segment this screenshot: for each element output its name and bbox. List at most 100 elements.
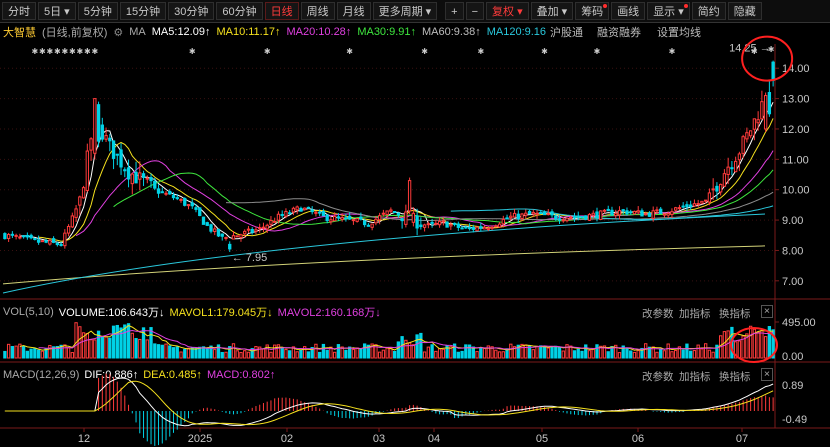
candle-body	[220, 233, 224, 237]
candle-body	[6, 233, 11, 239]
volume-bar	[411, 344, 416, 359]
volume-bar	[696, 344, 700, 359]
candle-body	[201, 216, 206, 225]
candle-body	[168, 191, 172, 195]
candle-body	[591, 212, 595, 216]
candle-body	[134, 171, 138, 184]
volume-bar	[685, 343, 689, 359]
candle-body	[3, 233, 7, 240]
candle-body	[18, 236, 22, 239]
event-star-icon: ✱	[189, 47, 196, 56]
volume-bar	[359, 348, 363, 359]
volume-bar	[183, 348, 187, 359]
candle-body	[733, 160, 738, 173]
volume-bar	[430, 344, 434, 359]
volume-bar	[89, 339, 93, 359]
volume-bar	[760, 330, 764, 359]
candle-body	[85, 150, 89, 191]
candle-body	[231, 235, 236, 240]
candle-body	[569, 216, 573, 219]
candle-body	[576, 215, 580, 218]
volume-bar	[666, 343, 670, 359]
volume-bar	[711, 351, 715, 359]
volume-bar	[36, 349, 41, 359]
volume-bar	[456, 351, 460, 359]
candle-body	[186, 204, 191, 207]
candle-body	[617, 210, 622, 216]
candle-body	[254, 229, 258, 232]
event-star-icon: ✱	[61, 47, 68, 56]
candle-body	[640, 210, 644, 217]
date-tick-label: 05	[536, 433, 548, 445]
price-tick-label: 11.00	[782, 154, 809, 166]
candle-body	[400, 218, 404, 222]
volume-bar	[689, 350, 693, 359]
volume-bar	[6, 343, 11, 359]
candle-body	[404, 211, 408, 225]
candle-body	[629, 211, 633, 214]
event-star-icon: ✱	[39, 47, 46, 56]
volume-bar	[119, 327, 123, 359]
volume-bar	[145, 339, 149, 359]
candle-body	[362, 220, 367, 226]
volume-bar	[220, 351, 224, 359]
candle-body	[299, 207, 303, 212]
volume-bar	[539, 345, 543, 359]
candle-body	[486, 227, 490, 230]
price-tick-label: 13.00	[782, 94, 810, 106]
candle-body	[205, 222, 209, 226]
candle-body	[318, 211, 322, 214]
candle-body	[224, 236, 228, 239]
candle-body	[332, 215, 337, 222]
volume-bar	[381, 349, 386, 359]
volume-bar	[21, 345, 26, 359]
candle-body	[164, 192, 168, 195]
candle-body	[14, 234, 18, 237]
candle-body	[422, 224, 427, 228]
volume-bar	[572, 350, 577, 359]
event-star-icon: ✱	[32, 47, 39, 56]
candle-body	[681, 205, 685, 208]
candle-body	[385, 210, 389, 216]
candle-body	[479, 226, 483, 229]
volume-bar	[681, 349, 685, 359]
volume-bar	[377, 351, 382, 359]
candle-body	[531, 211, 535, 215]
volume-bar	[149, 327, 153, 359]
candle-body	[763, 95, 768, 130]
volume-bar	[569, 345, 573, 359]
volume-bar	[126, 323, 131, 359]
candle-body	[748, 130, 753, 137]
candle-body	[111, 140, 116, 159]
candle-body	[651, 210, 655, 219]
candle-body	[718, 183, 723, 193]
volume-bar	[273, 344, 277, 359]
volume-bar	[100, 336, 104, 359]
candle-body	[171, 194, 176, 199]
candle-body	[509, 215, 513, 219]
event-star-icon: ✱	[541, 47, 548, 56]
volume-bar	[321, 343, 326, 359]
event-star-icon: ✱	[669, 47, 676, 56]
candle-body	[449, 224, 453, 227]
volume-bar	[288, 350, 292, 359]
candle-body	[722, 173, 727, 187]
candle-body	[606, 208, 610, 212]
kline-chart[interactable]: 14.0013.0012.0011.0010.009.008.007.0012 2…	[0, 0, 830, 447]
volume-bar	[674, 349, 678, 359]
volume-bar	[168, 345, 172, 359]
candle-body	[760, 101, 764, 120]
volume-bar	[111, 325, 116, 359]
volume-bar	[426, 346, 431, 359]
candle-body	[692, 203, 697, 207]
candle-body	[512, 212, 517, 218]
candle-body	[190, 202, 194, 207]
volume-bar	[269, 351, 273, 359]
volume-bar	[280, 348, 284, 359]
candle-body	[175, 197, 179, 200]
candle-body	[737, 153, 742, 161]
volume-bar	[156, 344, 161, 359]
volume-bar	[10, 346, 15, 359]
candle-body	[677, 207, 682, 210]
candle-body	[81, 187, 86, 199]
